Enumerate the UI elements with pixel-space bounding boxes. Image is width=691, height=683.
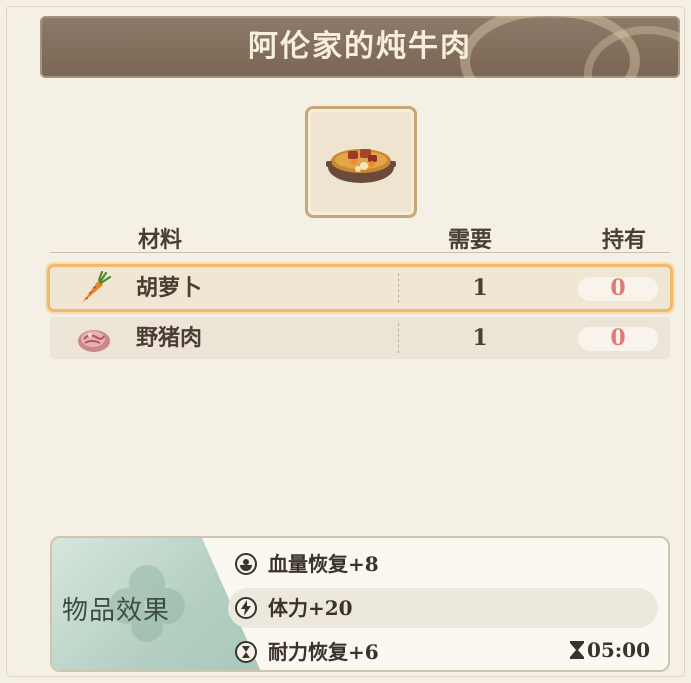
material-name: 胡萝卜 [136, 275, 203, 301]
effect-text: 耐力恢复+6 [268, 640, 379, 664]
item-effects-box: 物品效果 血量恢复+8 体力+20 耐力恢复+6 05:00 [50, 536, 670, 672]
recipe-header: 阿伦家的炖牛肉 [40, 16, 680, 78]
effect-row-stamina: 体力+20 [228, 588, 658, 628]
material-row-carrot[interactable]: 胡萝卜 1 0 [50, 267, 670, 309]
health-icon [235, 553, 257, 575]
column-header-material: 材料 [138, 227, 183, 253]
carrot-icon [82, 271, 112, 303]
hourglass-icon [235, 641, 257, 663]
material-need-count: 1 [472, 275, 488, 301]
column-divider [398, 323, 399, 353]
material-have-count: 0 [610, 275, 626, 301]
material-name: 野猪肉 [136, 325, 203, 351]
column-header-need: 需要 [448, 227, 493, 253]
dish-image-frame[interactable] [305, 106, 417, 218]
material-have-count: 0 [610, 325, 626, 351]
lightning-icon [235, 597, 257, 619]
header-divider [50, 252, 670, 253]
effect-text: 体力+20 [268, 596, 353, 620]
recipe-panel: 阿伦家的炖牛肉 材料 需要 持有 胡萝卜 1 0 野猪肉 1 0 物品效果 血量… [0, 0, 691, 683]
boar-meat-icon [78, 330, 110, 352]
effect-row-health: 血量恢复+8 [228, 544, 658, 584]
effects-label: 物品效果 [62, 596, 171, 626]
effect-text: 血量恢复+8 [268, 552, 379, 576]
column-divider [398, 273, 399, 303]
material-row-boar-meat[interactable]: 野猪肉 1 0 [50, 317, 670, 359]
hourglass-icon [569, 641, 584, 659]
timer-value: 05:00 [586, 638, 650, 662]
column-header-have: 持有 [602, 227, 647, 253]
effect-timer: 05:00 [569, 638, 650, 662]
material-need-count: 1 [472, 325, 488, 351]
recipe-title: 阿伦家的炖牛肉 [248, 29, 472, 64]
stew-pot-icon [326, 149, 396, 183]
